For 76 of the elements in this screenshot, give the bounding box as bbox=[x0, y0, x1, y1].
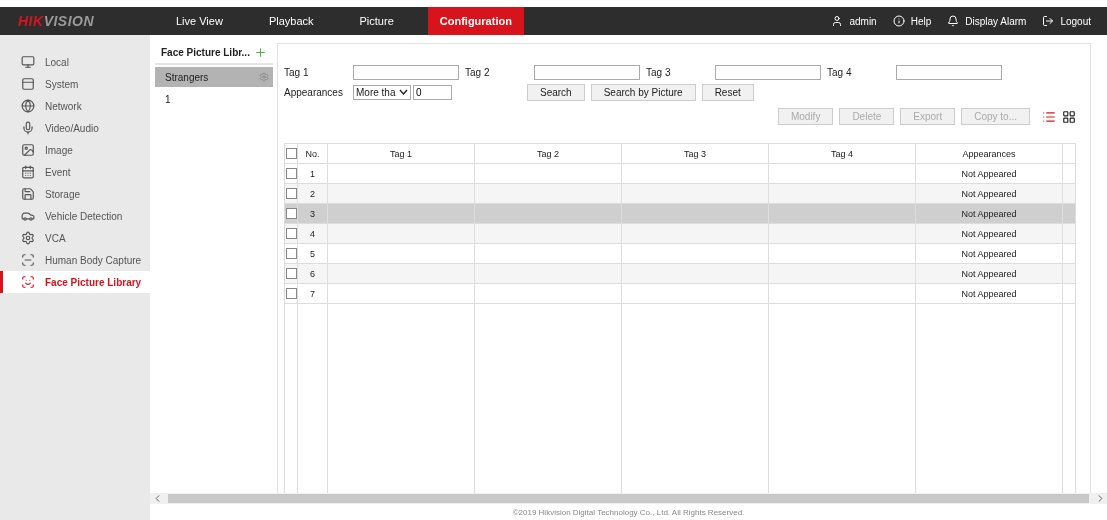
checkbox[interactable] bbox=[285, 288, 297, 299]
table-row[interactable]: 5 Not Appeared bbox=[285, 244, 1076, 264]
table-row[interactable]: 6 Not Appeared bbox=[285, 264, 1076, 284]
nav-tab[interactable]: Picture bbox=[347, 7, 406, 35]
sidebar-item[interactable]: System bbox=[0, 73, 150, 95]
nav-tab[interactable]: Live View bbox=[164, 7, 235, 35]
field-label: Tag 3 bbox=[646, 66, 672, 78]
sidebar-item[interactable]: Video/Audio bbox=[0, 117, 150, 139]
library-item[interactable]: 1 bbox=[155, 89, 273, 109]
sidebar-item[interactable]: Local bbox=[0, 51, 150, 73]
table-row[interactable]: 3 Not Appeared bbox=[285, 204, 1076, 224]
nav-tab[interactable]: Playback bbox=[256, 7, 326, 35]
copyright-text: ©2019 Hikvision Digital Technology Co., Ltd. All Rights Reserved. bbox=[511, 506, 746, 519]
input-field[interactable]: 0 bbox=[413, 84, 452, 100]
search-button[interactable]: Search bbox=[527, 83, 585, 101]
library-item[interactable]: Strangers bbox=[155, 67, 273, 87]
checkbox[interactable] bbox=[285, 168, 297, 179]
table-row[interactable]: 4 Not Appeared bbox=[285, 224, 1076, 244]
sidebar-item[interactable]: Face Picture Library bbox=[0, 271, 150, 293]
sidebar-item[interactable]: Network bbox=[0, 95, 150, 117]
add-icon[interactable] bbox=[254, 45, 267, 59]
header-link[interactable]: admin bbox=[831, 7, 877, 35]
header-link[interactable]: Logout bbox=[1042, 7, 1091, 35]
search-button[interactable]: Search by Picture bbox=[590, 83, 696, 101]
checkbox[interactable] bbox=[285, 208, 297, 219]
image-icon bbox=[21, 143, 35, 157]
sidebar-item[interactable]: Image bbox=[0, 139, 150, 161]
nav-tab[interactable]: Configuration bbox=[427, 7, 524, 35]
input-field[interactable] bbox=[534, 64, 640, 80]
field-label: Tag 2 bbox=[465, 66, 491, 78]
table-cell: 7 bbox=[298, 284, 328, 304]
library-item-label: 1 bbox=[165, 93, 171, 105]
info-icon bbox=[892, 15, 905, 27]
monitor-icon bbox=[21, 55, 35, 69]
input-field[interactable] bbox=[353, 64, 459, 80]
globe-icon bbox=[21, 99, 35, 113]
grid-view-icon[interactable] bbox=[1062, 109, 1076, 124]
logo: HIKVISION bbox=[17, 12, 96, 31]
field-label: Tag 4 bbox=[827, 66, 853, 78]
table-row[interactable]: 2 Not Appeared bbox=[285, 184, 1076, 204]
checkbox[interactable] bbox=[285, 268, 297, 279]
calendar-icon bbox=[21, 165, 35, 179]
caret-icon bbox=[399, 89, 408, 95]
checkbox[interactable] bbox=[285, 228, 297, 239]
field-label: Appearances bbox=[284, 86, 344, 98]
sidebar-item[interactable]: Event bbox=[0, 161, 150, 183]
library-title: Face Picture Libr... bbox=[161, 46, 250, 58]
checkbox[interactable] bbox=[285, 148, 297, 159]
sidebar-item[interactable]: Storage bbox=[0, 183, 150, 205]
horizontal-scrollbar[interactable] bbox=[150, 493, 1107, 504]
logout-icon bbox=[1042, 15, 1055, 27]
list-view-icon[interactable] bbox=[1042, 109, 1056, 124]
sidebar-item[interactable]: Vehicle Detection bbox=[0, 205, 150, 227]
bell-icon bbox=[947, 15, 960, 27]
table-row[interactable]: 7 Not Appeared bbox=[285, 284, 1076, 304]
microphone-icon bbox=[21, 121, 35, 135]
window-icon bbox=[21, 77, 35, 91]
sidebar-item[interactable]: VCA bbox=[0, 227, 150, 249]
header-link[interactable]: Display Alarm bbox=[947, 7, 1027, 35]
input-field[interactable] bbox=[896, 64, 1002, 80]
scan-frame-icon bbox=[21, 253, 35, 267]
car-icon bbox=[21, 209, 35, 223]
gear-icon bbox=[21, 231, 35, 245]
dropdown[interactable]: More tha bbox=[353, 84, 411, 100]
user-icon bbox=[831, 15, 844, 27]
table-cell: Not Appeared bbox=[916, 284, 1063, 304]
sidebar-item[interactable]: Human Body Capture bbox=[0, 249, 150, 271]
search-button[interactable]: Reset bbox=[701, 83, 754, 101]
checkbox[interactable] bbox=[285, 248, 297, 259]
table-row[interactable]: 1 Not Appeared bbox=[285, 164, 1076, 184]
field-label: Tag 1 bbox=[284, 66, 310, 78]
header-link[interactable]: Help bbox=[892, 7, 932, 35]
library-item-label: Strangers bbox=[165, 71, 209, 83]
input-field[interactable] bbox=[715, 64, 821, 80]
face-frame-icon bbox=[21, 275, 35, 289]
checkbox[interactable] bbox=[285, 188, 297, 199]
